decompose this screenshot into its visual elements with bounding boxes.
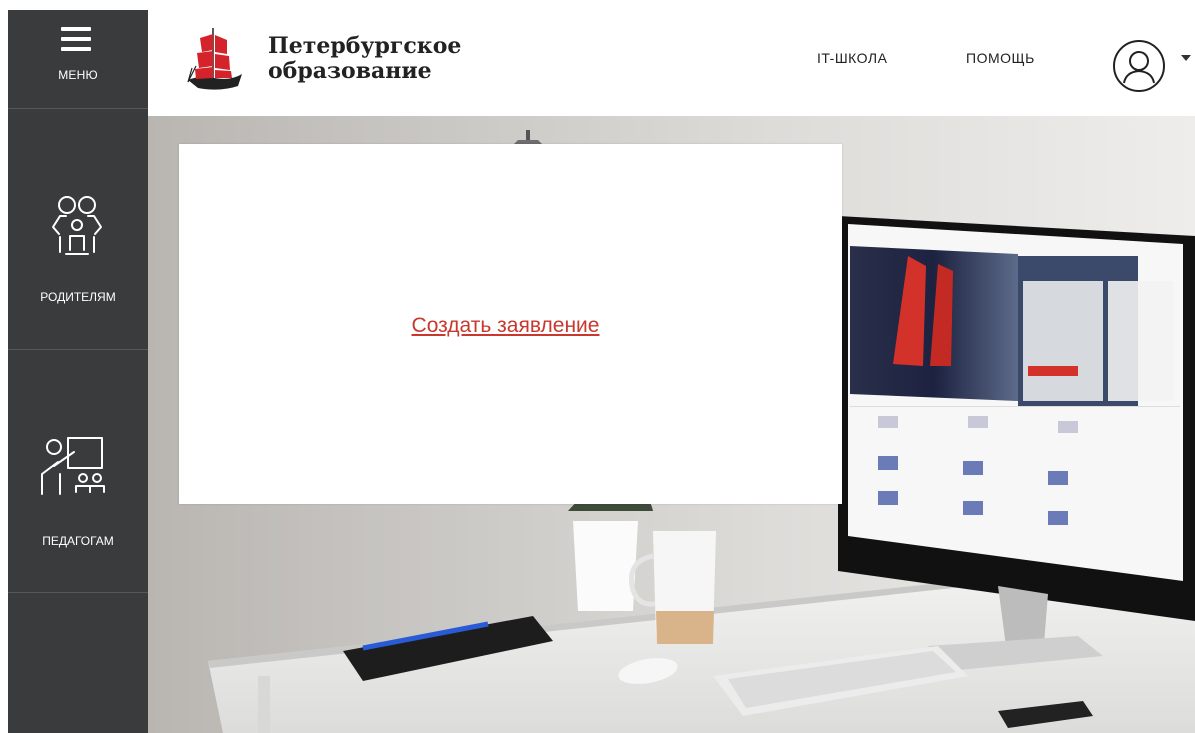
user-avatar-icon[interactable]: [1111, 38, 1167, 94]
parents-icon: [52, 196, 102, 255]
nav-link-it-school[interactable]: IT-ШКОЛА: [817, 50, 887, 66]
logo-line-1: Петербургское: [268, 33, 462, 59]
chevron-down-icon[interactable]: [1181, 55, 1191, 61]
nav-link-help[interactable]: ПОМОЩЬ: [966, 50, 1035, 66]
sidebar-item-teachers[interactable]: ПЕДАГОГАМ: [8, 350, 148, 592]
header: Петербургское образование IT-ШКОЛА ПОМОЩ…: [148, 0, 1195, 116]
sidebar-item-label: РОДИТЕЛЯМ: [40, 290, 116, 304]
page: МЕНЮ РОДИТЕЛЯМ ПЕДАГОГАМ Петербургское о…: [0, 0, 1195, 733]
sidebar-item-label: ПЕДАГОГАМ: [42, 534, 114, 548]
sidebar: МЕНЮ РОДИТЕЛЯМ ПЕДАГОГАМ: [8, 10, 148, 733]
menu-button[interactable]: МЕНЮ: [8, 10, 148, 108]
sidebar-item-parents[interactable]: РОДИТЕЛЯМ: [8, 109, 148, 349]
teacher-icon: [41, 437, 105, 495]
create-application-link[interactable]: Создать заявление: [179, 314, 842, 338]
hamburger-icon: [61, 27, 91, 51]
application-modal: Создать заявление: [179, 144, 842, 504]
sidebar-divider: [8, 592, 148, 593]
logo-line-2: образование: [268, 58, 432, 84]
scarlet-sails-logo[interactable]: [186, 22, 244, 94]
logo-title[interactable]: Петербургское образование: [268, 34, 461, 84]
menu-label: МЕНЮ: [58, 68, 98, 82]
